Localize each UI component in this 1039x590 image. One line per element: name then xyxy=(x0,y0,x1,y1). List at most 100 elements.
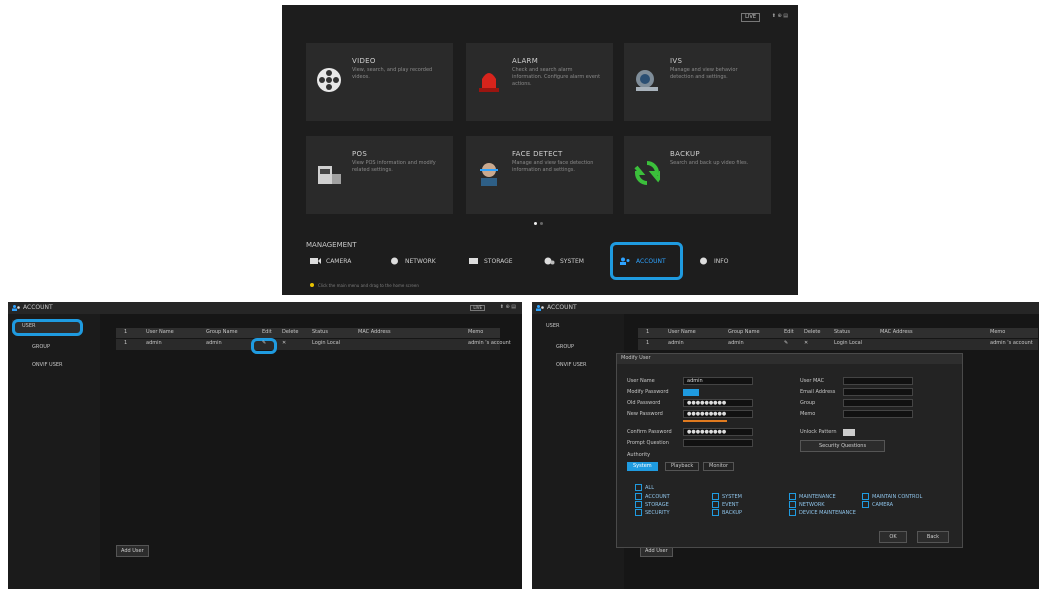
tab-monitor[interactable]: Monitor xyxy=(703,462,735,471)
tile-video[interactable]: VIDEO View, search, and play recorded vi… xyxy=(306,43,453,121)
delete-icon[interactable]: ✕ xyxy=(282,341,286,346)
tab-playback[interactable]: Playback xyxy=(665,462,700,471)
live-badge[interactable]: LIVE xyxy=(741,13,760,22)
tile-ivs[interactable]: IVS Manage and view behavior detection a… xyxy=(624,43,771,121)
user-name-select[interactable]: admin xyxy=(683,377,753,385)
account-users-icon xyxy=(12,305,20,311)
sidebar-item-onvif-user[interactable]: ONVIF USER xyxy=(32,363,63,368)
mgmt-info[interactable]: INFO xyxy=(698,257,728,265)
tile-title: IVS xyxy=(670,57,683,65)
checkbox-maintenance[interactable]: MAINTENANCE xyxy=(789,493,836,500)
delete-icon[interactable]: ✕ xyxy=(804,341,808,346)
field-label: New Password xyxy=(627,411,663,417)
window-header: ACCOUNT xyxy=(532,302,1039,314)
tile-desc: Manage and view behavior detection and s… xyxy=(670,67,738,80)
mgmt-label: SYSTEM xyxy=(560,257,584,265)
column-header: MAC Address xyxy=(358,329,391,335)
page-dot[interactable] xyxy=(540,222,543,225)
memo-field[interactable] xyxy=(843,410,913,418)
table-cell: admin xyxy=(206,340,222,346)
table-cell: admin xyxy=(146,340,162,346)
management-label: MANAGEMENT xyxy=(306,241,357,249)
tile-title: VIDEO xyxy=(352,57,376,65)
security-questions-button[interactable]: Security Questions xyxy=(800,440,885,452)
user-highlight xyxy=(12,319,83,336)
tile-desc: View, search, and play recorded videos. xyxy=(352,67,433,80)
tile-pos[interactable]: POS View POS information and modify rela… xyxy=(306,136,453,214)
field-label: Confirm Password xyxy=(627,429,672,435)
table-cell: 1 xyxy=(124,340,128,346)
checkbox-all[interactable]: ALL xyxy=(635,484,654,491)
old-password-field[interactable]: ●●●●●●●●● xyxy=(683,399,753,407)
modify-user-dialog: Modify User User Name admin Modify Passw… xyxy=(616,353,963,548)
checkbox-storage[interactable]: STORAGE xyxy=(635,501,669,508)
checkbox-label: STORAGE xyxy=(645,502,669,508)
checkbox-label: NETWORK xyxy=(799,502,825,508)
confirm-password-field[interactable]: ●●●●●●●●● xyxy=(683,428,753,436)
pos-terminal-icon xyxy=(318,166,341,184)
dialog-title: Modify User xyxy=(621,355,651,361)
unlock-pattern-label: Unlock Pattern xyxy=(800,429,837,435)
checkbox-label: SYSTEM xyxy=(722,494,742,500)
add-user-button[interactable]: Add User xyxy=(116,545,149,557)
tile-title: ALARM xyxy=(512,57,539,65)
column-header: Memo xyxy=(468,329,484,335)
page-dot-active[interactable] xyxy=(534,222,537,225)
sidebar-item-group[interactable]: GROUP xyxy=(32,345,50,350)
edit-icon[interactable]: ✎ xyxy=(262,341,266,346)
mgmt-network[interactable]: NETWORK xyxy=(389,257,436,265)
field-label: User Name xyxy=(627,378,655,384)
field-label: Group xyxy=(800,400,816,406)
field-label: Old Password xyxy=(627,400,661,406)
dialog-header xyxy=(617,354,962,364)
column-header: 1 xyxy=(124,329,128,335)
tile-alarm[interactable]: ALARM Check and search alarm information… xyxy=(466,43,613,121)
table-cell: 1 xyxy=(646,340,650,346)
tile-backup[interactable]: BACKUP Search and back up video files. xyxy=(624,136,771,214)
tip-bulb-icon xyxy=(310,283,314,287)
prompt-question-field[interactable] xyxy=(683,439,753,447)
face-scan-icon xyxy=(480,163,498,186)
top-icons[interactable]: ⬆ ⊕ ▤ xyxy=(772,14,788,19)
back-button[interactable]: Back xyxy=(917,531,949,543)
live-badge[interactable]: LIVE xyxy=(470,305,485,311)
tile-title: BACKUP xyxy=(670,150,700,158)
user-mac-field[interactable] xyxy=(843,377,913,385)
checkbox-device-maintenance[interactable]: DEVICE MAINTENANCE xyxy=(789,509,856,516)
password-strength-bar xyxy=(683,420,727,422)
ok-button[interactable]: OK xyxy=(879,531,907,543)
checkbox-label: CAMERA xyxy=(872,502,894,508)
checkbox-backup[interactable]: BACKUP xyxy=(712,509,742,516)
new-password-field[interactable]: ●●●●●●●●● xyxy=(683,410,753,418)
email-field[interactable] xyxy=(843,388,913,396)
tile-desc: View POS information and modify related … xyxy=(352,160,436,173)
field-label: User MAC xyxy=(800,378,825,384)
checkbox-network[interactable]: NETWORK xyxy=(789,501,825,508)
checkbox-security[interactable]: SECURITY xyxy=(635,509,670,516)
modify-password-toggle[interactable] xyxy=(683,389,699,396)
checkbox-maintain-control[interactable]: MAINTAIN CONTROL xyxy=(862,493,922,500)
checkbox-account[interactable]: ACCOUNT xyxy=(635,493,670,500)
sidebar-item-onvif-user[interactable]: ONVIF USER xyxy=(556,363,587,368)
column-header: Group Name xyxy=(728,329,760,335)
top-icons[interactable]: ⬆ ⊕ ▤ xyxy=(500,305,516,310)
sidebar-item-user[interactable]: USER xyxy=(546,324,559,329)
mgmt-system[interactable]: SYSTEM xyxy=(544,257,584,265)
unlock-pattern-toggle[interactable] xyxy=(843,429,855,436)
mgmt-label: STORAGE xyxy=(484,257,513,265)
sidebar-item-group[interactable]: GROUP xyxy=(556,345,574,350)
column-header: Edit xyxy=(262,329,272,335)
edit-icon[interactable]: ✎ xyxy=(784,341,788,346)
table-cell: Login Local xyxy=(312,340,341,346)
account-users-icon xyxy=(536,305,544,311)
checkbox-system[interactable]: SYSTEM xyxy=(712,493,742,500)
mgmt-storage[interactable]: STORAGE xyxy=(468,257,513,265)
checkbox-camera[interactable]: CAMERA xyxy=(862,501,893,508)
group-select[interactable] xyxy=(843,399,913,407)
table-row[interactable] xyxy=(116,339,500,350)
checkbox-label: EVENT xyxy=(722,502,739,508)
tab-system[interactable]: System xyxy=(627,462,658,471)
checkbox-event[interactable]: EVENT xyxy=(712,501,739,508)
tile-face-detect[interactable]: FACE DETECT Manage and view face detecti… xyxy=(466,136,613,214)
mgmt-camera[interactable]: CAMERA xyxy=(310,257,351,265)
